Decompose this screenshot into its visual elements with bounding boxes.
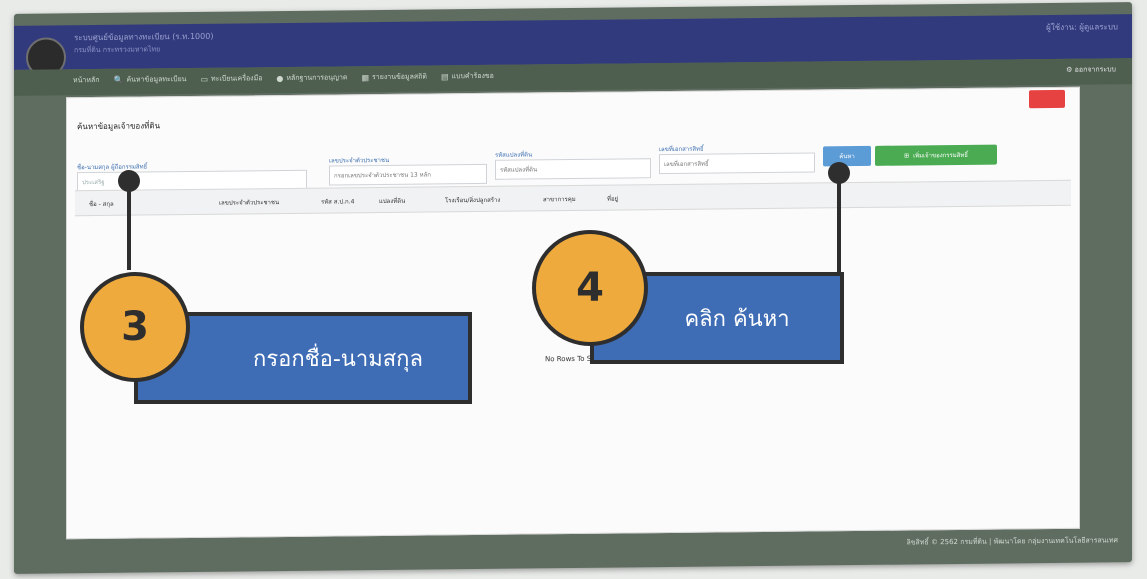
menu-label: หลักฐานการอนุญาต [286,73,348,83]
menu-item-home[interactable]: หน้าหลัก [70,75,99,86]
plus-icon: ⊞ [904,152,910,160]
col-address[interactable]: ที่อยู่ [607,194,618,204]
col-branch[interactable]: สาขาการคุม [543,194,576,204]
grid-icon: ▦ [361,73,370,83]
menu-item-reports[interactable]: ▦ รายงานข้อมูลสถิติ [361,72,426,84]
app-title: ระบบศูนย์ข้อมูลทางทะเบียน (ร.ท.1000) [74,31,214,43]
menu-label: แบบคำร้องขอ [451,71,494,81]
doc-label: เลขที่เอกสารสิทธิ์ [659,145,704,154]
search-button-label: ค้นหา [839,154,855,161]
col-parcel[interactable]: แปลงที่ดิน [379,196,405,206]
screen-icon: ▭ [200,74,209,84]
form-icon: ▤ [440,72,449,82]
menu-item-permits[interactable]: ● หลักฐานการอนุญาต [276,72,347,84]
gear-icon: ⚙ [1066,65,1073,74]
menu-label: ค้นหาข้อมูลทะเบียน [126,75,187,84]
page-title: ค้นหาข้อมูลเจ้าของที่ดิน [77,121,161,132]
id-label: เลขประจำตัวประชาชน [329,156,390,165]
parcel-label: รหัสแปลงที่ดิน [495,151,533,159]
col-id[interactable]: เลขประจำตัวประชาชน [219,197,279,208]
dot-icon: ● [276,74,284,84]
callout-3-line [127,186,131,270]
app-subtitle: กรมที่ดิน กระทรวงมหาดไทย [74,45,161,55]
callout-4-line [837,178,841,274]
col-building[interactable]: โรงเรือน/สิ่งปลูกสร้าง [445,195,500,206]
logout-link[interactable]: ⚙ ออกจากระบบ [1066,64,1116,76]
logout-label: ออกจากระบบ [1074,65,1116,74]
doc-field[interactable] [659,152,815,175]
search-button[interactable]: ค้นหา [823,145,871,167]
user-info[interactable]: ผู้ใช้งาน: ผู้ดูแลระบบ [1046,20,1118,34]
id-field[interactable] [329,163,487,186]
col-spk[interactable]: รหัส ส.ป.ก.4 [321,196,354,206]
step-4-badge: 4 [532,230,648,346]
close-button[interactable] [1029,89,1065,109]
menu-item-search[interactable]: 🔍 ค้นหาข้อมูลทะเบียน [113,74,186,86]
menu-item-forms[interactable]: ▤ แบบคำร้องขอ [441,71,494,83]
menu-label: ทะเบียนเครื่องมือ [211,74,263,83]
step-3-badge: 3 [80,272,190,382]
menu-label: รายงานข้อมูลสถิติ [372,72,427,82]
add-owner-button[interactable]: ⊞ เพิ่มเจ้าของกรรมสิทธิ์ [875,144,997,166]
footer: ลิขสิทธิ์ © 2562 กรมที่ดิน | พัฒนาโดย กล… [906,536,1118,547]
parcel-field[interactable] [495,158,651,180]
menu-label: หน้าหลัก [73,75,100,85]
col-name[interactable]: ชื่อ - สกุล [89,199,114,209]
add-button-label: เพิ่มเจ้าของกรรมสิทธิ์ [913,152,968,160]
search-icon: 🔍 [113,75,124,85]
menu-item-tools[interactable]: ▭ ทะเบียนเครื่องมือ [200,73,262,85]
